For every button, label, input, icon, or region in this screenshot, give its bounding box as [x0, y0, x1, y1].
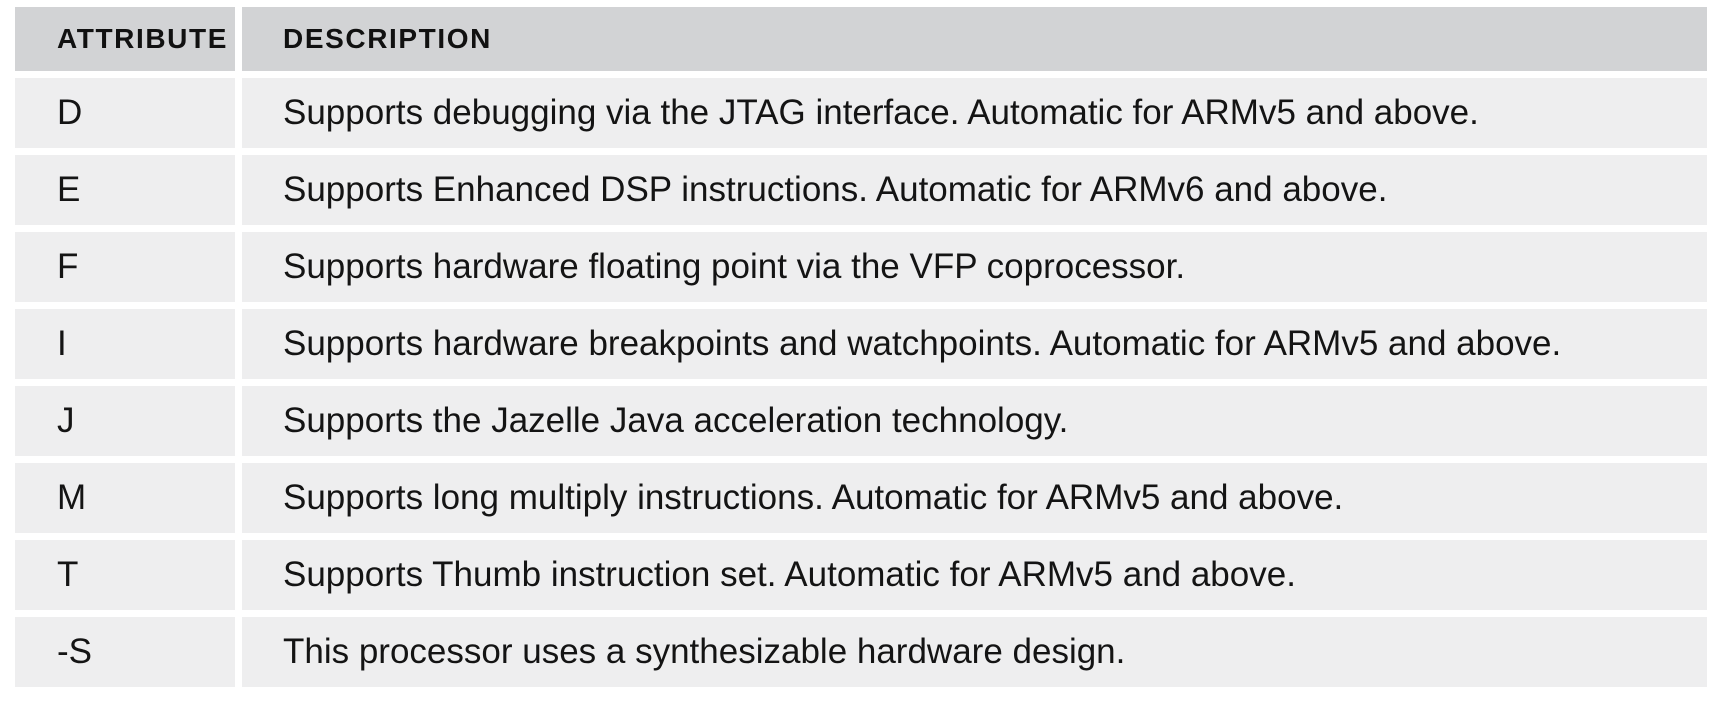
- row-description: Supports hardware floating point via the…: [242, 232, 1707, 302]
- row-description: Supports Enhanced DSP instructions. Auto…: [242, 155, 1707, 225]
- header-attribute: ATTRIBUTE: [15, 7, 235, 71]
- row-attribute: F: [15, 232, 235, 302]
- row-description: This processor uses a synthesizable hard…: [242, 617, 1707, 687]
- header-description: DESCRIPTION: [242, 7, 1707, 71]
- row-attribute: D: [15, 78, 235, 148]
- row-attribute: J: [15, 386, 235, 456]
- attribute-table: ATTRIBUTE DESCRIPTION D Supports debuggi…: [15, 7, 1707, 687]
- row-attribute: I: [15, 309, 235, 379]
- row-description: Supports Thumb instruction set. Automati…: [242, 540, 1707, 610]
- row-attribute: -S: [15, 617, 235, 687]
- row-attribute: M: [15, 463, 235, 533]
- row-attribute: E: [15, 155, 235, 225]
- row-description: Supports the Jazelle Java acceleration t…: [242, 386, 1707, 456]
- row-description: Supports long multiply instructions. Aut…: [242, 463, 1707, 533]
- row-description: Supports hardware breakpoints and watchp…: [242, 309, 1707, 379]
- row-description: Supports debugging via the JTAG interfac…: [242, 78, 1707, 148]
- row-attribute: T: [15, 540, 235, 610]
